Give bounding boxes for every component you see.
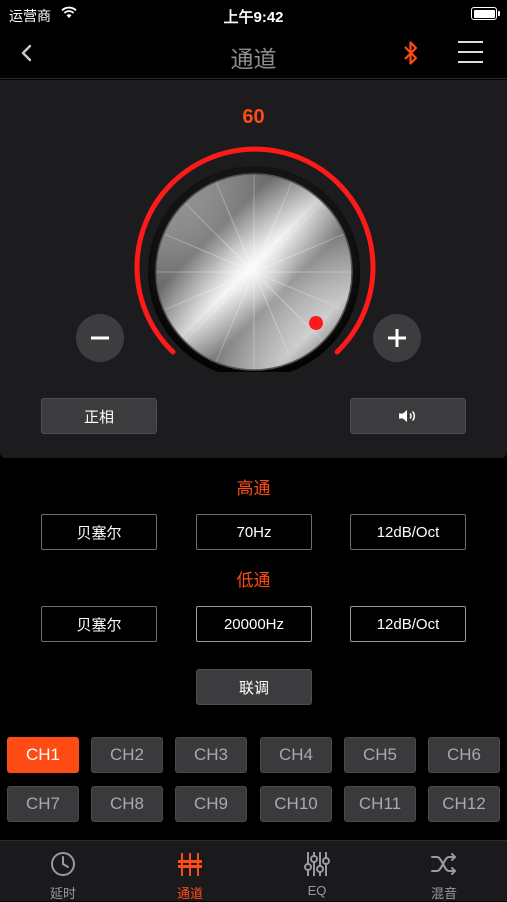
highpass-frequency[interactable]: 70Hz [196,514,312,550]
highpass-filter-type[interactable]: 贝塞尔 [41,514,157,550]
tab-channel[interactable]: 通道 [127,841,253,901]
bluetooth-icon[interactable] [398,38,424,68]
status-bar: 运营商 上午9:42 [0,0,507,28]
lowpass-label: 低通 [236,571,271,590]
page-title: 通道 [230,46,277,72]
lowpass-filter-type[interactable]: 贝塞尔 [41,606,157,642]
highpass-slope[interactable]: 12dB/Oct [350,514,466,550]
battery-icon [471,7,500,20]
channel-button-ch6[interactable]: CH6 [428,737,500,773]
minus-icon [91,336,109,340]
navigation-bar: 通道 [0,28,507,79]
volume-increase-button[interactable] [373,314,421,362]
channel-button-ch12[interactable]: CH12 [428,786,500,822]
channel-button-ch1[interactable]: CH1 [7,737,79,773]
channel-button-ch8[interactable]: CH8 [91,786,163,822]
channel-button-ch4[interactable]: CH4 [260,737,332,773]
channel-button-ch9[interactable]: CH9 [175,786,247,822]
volume-value: 60 [242,106,265,128]
plus-icon [388,329,406,347]
eq-sliders-icon [304,852,330,876]
tab-label: EQ [307,883,327,898]
tab-eq[interactable]: EQ [254,841,380,901]
clock-icon [51,852,75,876]
channel-button-ch7[interactable]: CH7 [7,786,79,822]
mute-button[interactable] [350,398,466,434]
tab-label: 通道 [176,886,203,901]
channel-button-ch5[interactable]: CH5 [344,737,416,773]
highpass-label: 高通 [236,479,271,498]
volume-knob[interactable] [130,146,378,372]
tab-label: 延时 [49,886,76,901]
phase-button[interactable]: 正相 [41,398,157,434]
knob-indicator-dot [309,316,323,330]
lowpass-frequency[interactable]: 20000Hz [196,606,312,642]
tab-label: 混音 [430,886,457,901]
tab-delay[interactable]: 延时 [0,841,126,901]
channel-button-ch2[interactable]: CH2 [91,737,163,773]
speaker-icon [399,410,415,422]
channel-bars-icon [178,853,202,876]
channel-button-ch10[interactable]: CH10 [260,786,332,822]
tab-bar: 延时 通道 EQ 混音 [0,840,507,901]
lowpass-slope[interactable]: 12dB/Oct [350,606,466,642]
volume-decrease-button[interactable] [76,314,124,362]
clock: 上午9:42 [223,9,284,26]
link-adjust-button[interactable]: 联调 [196,669,312,705]
channel-button-ch11[interactable]: CH11 [344,786,416,822]
tab-mix[interactable]: 混音 [381,841,507,901]
channel-button-ch3[interactable]: CH3 [175,737,247,773]
hamburger-menu-icon[interactable] [458,41,483,71]
shuffle-icon [431,853,456,875]
